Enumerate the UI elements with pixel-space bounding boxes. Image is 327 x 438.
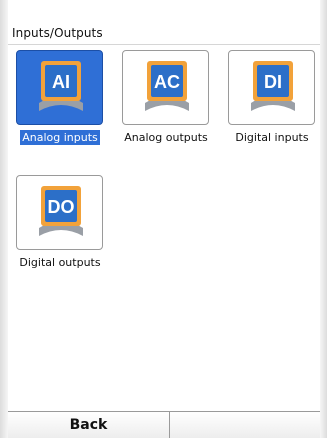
digital-inputs-icon: DI — [251, 61, 295, 111]
analog-inputs-label-wrap: Analog inputs — [8, 130, 112, 145]
digital-outputs-icon: DO — [39, 186, 83, 236]
digital-inputs-label: Digital inputs — [235, 131, 309, 144]
digital-outputs-code: DO — [48, 197, 75, 217]
empty-softkey[interactable] — [170, 412, 320, 438]
digital-inputs-tile-icon: DI — [228, 50, 315, 125]
back-button[interactable]: Back — [8, 412, 170, 438]
io-screen: Inputs/Outputs AI Analog inputs AC Analo… — [0, 0, 327, 438]
analog-inputs-icon: AI — [39, 61, 83, 111]
digital-outputs-label-wrap: Digital outputs — [8, 256, 112, 269]
softkey-bar: Back — [8, 411, 320, 438]
io-tile-grid: AI Analog inputs AC Analog outputs DI Di… — [8, 47, 320, 407]
analog-outputs-code: AC — [154, 72, 180, 92]
tile-analog-outputs[interactable]: AC Analog outputs — [114, 47, 218, 153]
analog-outputs-label: Analog outputs — [124, 131, 208, 144]
analog-inputs-label: Analog inputs — [20, 130, 100, 145]
tile-analog-inputs[interactable]: AI Analog inputs — [8, 47, 112, 153]
page-title: Inputs/Outputs — [12, 26, 103, 40]
analog-outputs-tile-icon: AC — [122, 50, 209, 125]
analog-inputs-tile-icon: AI — [16, 50, 103, 125]
analog-outputs-label-wrap: Analog outputs — [114, 131, 218, 144]
screen-header: Inputs/Outputs — [8, 22, 320, 45]
tile-digital-inputs[interactable]: DI Digital inputs — [220, 47, 324, 153]
digital-outputs-tile-icon: DO — [16, 175, 103, 250]
tile-digital-outputs[interactable]: DO Digital outputs — [8, 172, 112, 278]
digital-outputs-label: Digital outputs — [19, 256, 101, 269]
digital-inputs-code: DI — [264, 72, 282, 92]
digital-inputs-label-wrap: Digital inputs — [220, 131, 324, 144]
frame-left-edge — [0, 0, 8, 438]
analog-inputs-code: AI — [52, 72, 70, 92]
analog-outputs-icon: AC — [145, 61, 189, 111]
